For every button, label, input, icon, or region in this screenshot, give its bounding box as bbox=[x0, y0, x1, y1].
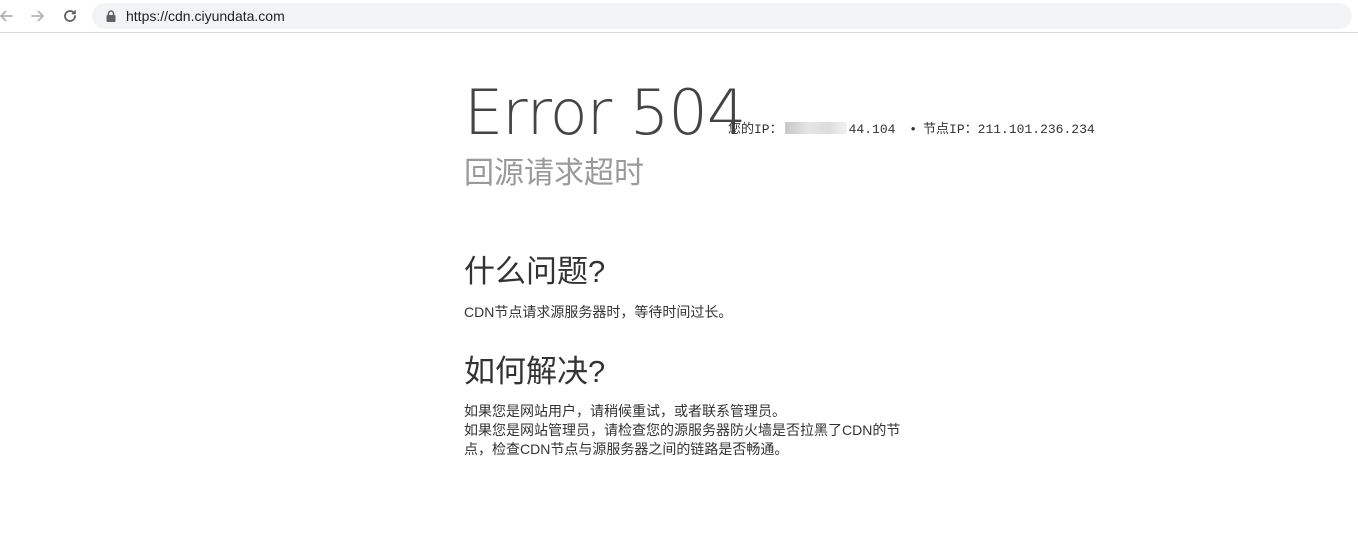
forward-arrow-icon bbox=[30, 8, 46, 24]
how-line: 如果您是网站用户，请稍候重试，或者联系管理员。 bbox=[464, 403, 786, 419]
ip-separator: • bbox=[909, 122, 918, 137]
error-headline: Error 504 您的IP： 44.104 • 节点IP：211.101.236.… bbox=[464, 76, 1095, 149]
browser-toolbar: https://cdn.ciyundata.com bbox=[0, 0, 1358, 33]
error-subtitle: 回源请求超时 bbox=[464, 157, 644, 190]
your-ip-suffix: 44.104 bbox=[848, 122, 896, 137]
what-heading: 什么问题? bbox=[464, 254, 606, 289]
how-heading: 如何解决? bbox=[464, 354, 606, 389]
node-ip-label: 节点IP： bbox=[923, 122, 978, 137]
address-bar[interactable]: https://cdn.ciyundata.com bbox=[92, 3, 1352, 29]
your-ip-label: 您的IP： bbox=[728, 122, 783, 137]
reload-button[interactable] bbox=[58, 4, 82, 28]
lock-icon[interactable] bbox=[104, 9, 118, 23]
back-button[interactable] bbox=[0, 4, 18, 28]
how-line: 如果您是网站管理员，请检查您的源服务器防火墙是否拉黑了CDN的节 bbox=[464, 422, 901, 438]
reload-icon bbox=[62, 8, 78, 24]
back-arrow-icon bbox=[0, 8, 14, 24]
how-body: 如果您是网站用户，请稍候重试，或者联系管理员。 如果您是网站管理员，请检查您的源… bbox=[464, 402, 944, 459]
forward-button[interactable] bbox=[26, 4, 50, 28]
what-body: CDN节点请求源服务器时，等待时间过长。 bbox=[464, 304, 733, 320]
ip-redaction-mask bbox=[784, 122, 847, 134]
url-text[interactable]: https://cdn.ciyundata.com bbox=[126, 7, 285, 25]
error-title: Error 504 bbox=[464, 76, 746, 149]
node-ip-value: 211.101.236.234 bbox=[977, 122, 1095, 137]
how-line: 点，检查CDN节点与源服务器之间的链路是否畅通。 bbox=[464, 441, 789, 457]
ip-info: 您的IP： 44.104 • 节点IP：211.101.236.234 bbox=[728, 118, 1095, 137]
